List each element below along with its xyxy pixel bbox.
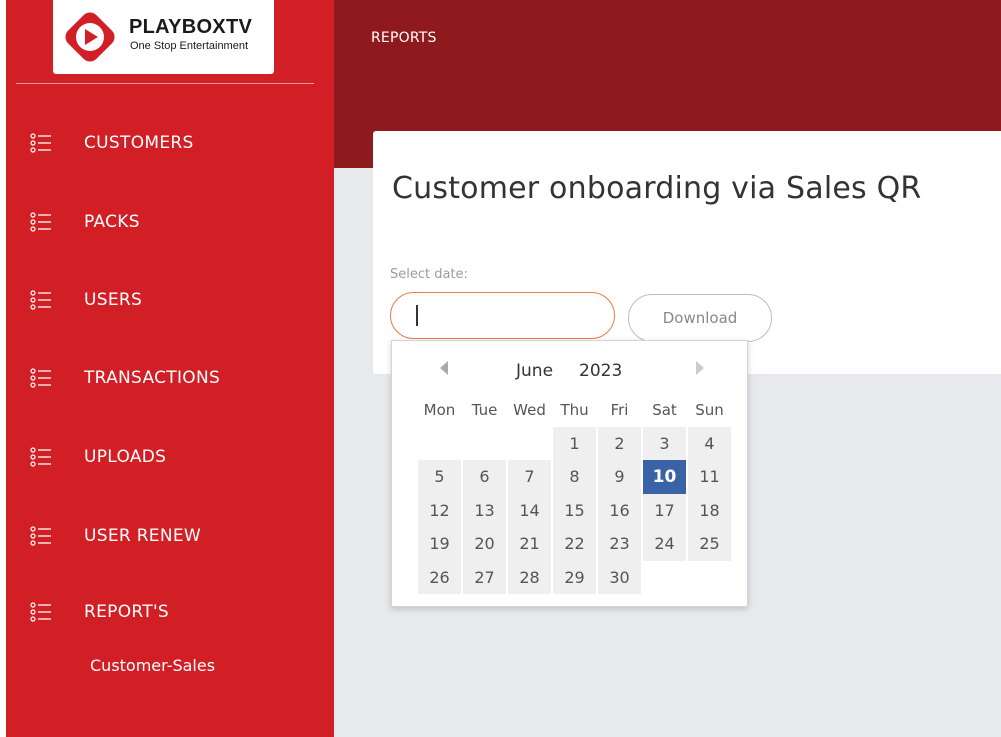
sidebar-item-report-s[interactable]: REPORT'S — [30, 597, 169, 627]
calendar-day[interactable]: 12 — [418, 493, 461, 527]
weekday-header: Sun — [695, 400, 724, 419]
calendar-day[interactable]: 16 — [598, 493, 641, 527]
sidebar-item-label: UPLOADS — [84, 447, 167, 467]
calendar-empty-cell — [463, 427, 506, 461]
calendar-day[interactable]: 7 — [508, 460, 551, 494]
list-icon — [30, 447, 51, 467]
calendar-day-selected[interactable]: 10 — [643, 460, 686, 494]
prev-month-icon[interactable] — [438, 361, 450, 375]
datepicker-grid: Mon Tue Wed Thu Fri Sat Sun 1 2 3 4 5 6 7 8 9 10 11 12 13 14… — [418, 393, 731, 594]
datepicker-popup: June 2023 Mon Tue Wed Thu Fri Sat Sun 1 2 3 4 5 6 7 8 9… — [391, 340, 748, 607]
calendar-day[interactable]: 6 — [463, 460, 506, 494]
calendar-empty-cell — [508, 427, 551, 461]
list-icon — [30, 290, 51, 310]
calendar-day[interactable]: 21 — [508, 527, 551, 561]
calendar-day[interactable]: 4 — [688, 426, 731, 460]
list-icon — [30, 602, 51, 622]
calendar-day[interactable]: 18 — [688, 493, 731, 527]
sidebar-item-uploads[interactable]: UPLOADS — [30, 442, 166, 472]
play-logo-icon — [65, 12, 115, 62]
calendar-day[interactable]: 27 — [463, 560, 506, 594]
text-caret — [416, 305, 418, 326]
sidebar-item-users[interactable]: USERS — [30, 285, 142, 315]
next-month-icon[interactable] — [694, 361, 706, 375]
sidebar-item-label: USERS — [84, 290, 143, 310]
calendar-day[interactable]: 30 — [598, 560, 641, 594]
calendar-day[interactable]: 28 — [508, 560, 551, 594]
date-field-label: Select date: — [390, 267, 468, 282]
logo[interactable]: PLAYBOXTV One Stop Entertainment — [53, 0, 274, 74]
page-title: Customer onboarding via Sales QR — [392, 171, 922, 206]
sidebar-item-label: REPORT'S — [84, 602, 170, 622]
calendar-day[interactable]: 20 — [463, 527, 506, 561]
datepicker-month[interactable]: June — [516, 361, 553, 381]
logo-tagline: One Stop Entertainment — [130, 40, 249, 52]
calendar-day[interactable]: 26 — [418, 560, 461, 594]
calendar-day[interactable]: 14 — [508, 493, 551, 527]
breadcrumb[interactable]: REPORTS — [371, 30, 437, 46]
list-icon — [30, 368, 51, 388]
calendar-day[interactable]: 25 — [688, 527, 731, 561]
sidebar-item-label: CUSTOMERS — [84, 133, 194, 153]
sidebar-item-label: USER RENEW — [84, 526, 202, 546]
date-input[interactable] — [390, 292, 615, 339]
list-icon — [30, 526, 51, 546]
calendar-empty-cell — [418, 427, 461, 461]
sidebar-subitem-customer-sales[interactable]: Customer-Sales — [90, 656, 215, 675]
sidebar-item-label: TRANSACTIONS — [84, 368, 221, 388]
calendar-day[interactable]: 24 — [643, 527, 686, 561]
calendar-day[interactable]: 29 — [553, 560, 596, 594]
calendar-day[interactable]: 22 — [553, 527, 596, 561]
calendar-day[interactable]: 13 — [463, 493, 506, 527]
calendar-day[interactable]: 15 — [553, 493, 596, 527]
sidebar-item-customers[interactable]: CUSTOMERS — [30, 128, 194, 158]
sidebar-item-transactions[interactable]: TRANSACTIONS — [30, 363, 220, 393]
calendar-day[interactable]: 17 — [643, 493, 686, 527]
weekday-header: Fri — [610, 400, 629, 419]
weekday-header: Thu — [560, 400, 589, 419]
sidebar-divider — [16, 83, 314, 84]
weekday-header: Sat — [652, 400, 677, 419]
sidebar-item-user-renew[interactable]: USER RENEW — [30, 521, 201, 551]
list-icon — [30, 212, 51, 232]
calendar-day[interactable]: 11 — [688, 460, 731, 494]
calendar-day[interactable]: 2 — [598, 426, 641, 460]
weekday-header: Wed — [513, 400, 546, 419]
calendar-day[interactable]: 3 — [643, 426, 686, 460]
sidebar-item-packs[interactable]: PACKS — [30, 207, 140, 237]
calendar-day[interactable]: 9 — [598, 460, 641, 494]
datepicker-year[interactable]: 2023 — [579, 361, 622, 381]
sidebar-item-label: PACKS — [84, 212, 140, 232]
calendar-day[interactable]: 23 — [598, 527, 641, 561]
logo-brand: PLAYBOXTV — [129, 16, 253, 38]
download-button[interactable]: Download — [628, 294, 772, 342]
sidebar: PLAYBOXTV One Stop Entertainment CUSTOME… — [6, 0, 334, 737]
calendar-day[interactable]: 5 — [418, 460, 461, 494]
report-card: Customer onboarding via Sales QR Select … — [373, 131, 1001, 374]
calendar-day[interactable]: 1 — [553, 426, 596, 460]
weekday-header: Tue — [471, 400, 498, 419]
list-icon — [30, 133, 51, 153]
weekday-header: Mon — [423, 400, 456, 419]
calendar-day[interactable]: 19 — [418, 527, 461, 561]
calendar-day[interactable]: 8 — [553, 460, 596, 494]
